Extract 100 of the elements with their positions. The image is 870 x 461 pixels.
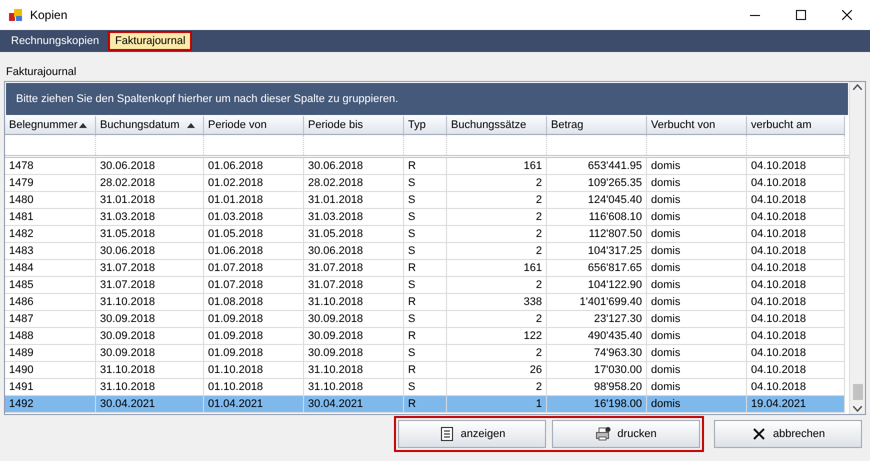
menu-tab[interactable]: Fakturajournal (108, 31, 192, 51)
table-cell: 31.10.2018 (304, 362, 404, 379)
table-cell: 01.09.2018 (204, 328, 304, 345)
table-cell: 2 (447, 209, 547, 226)
table-cell: 28.02.2018 (96, 175, 204, 192)
table-cell: 04.10.2018 (747, 192, 845, 209)
menu-tab[interactable]: Rechnungskopien (4, 31, 106, 51)
table-cell: R (404, 396, 447, 413)
table-cell: domis (647, 396, 747, 413)
table-cell: R (404, 158, 447, 175)
table-cell: domis (647, 294, 747, 311)
table-cell: 30.09.2018 (304, 345, 404, 362)
table-cell: 74'963.30 (547, 345, 647, 362)
column-header[interactable]: Periode von (204, 116, 304, 135)
table-cell: 338 (447, 294, 547, 311)
table-cell: R (404, 260, 447, 277)
scroll-thumb[interactable] (852, 384, 862, 400)
table-cell: 31.03.2018 (96, 209, 204, 226)
table-cell: 122 (447, 328, 547, 345)
column-header[interactable]: Typ (404, 116, 447, 135)
table-cell: 1482 (5, 226, 96, 243)
window-title: Kopien (30, 8, 68, 22)
scroll-up-icon[interactable] (853, 84, 862, 90)
table-cell: 04.10.2018 (747, 362, 845, 379)
table-cell: 30.04.2021 (96, 396, 204, 413)
table-cell: 2 (447, 243, 547, 260)
table-cell: S (404, 175, 447, 192)
table-cell: domis (647, 260, 747, 277)
table-cell: 1480 (5, 192, 96, 209)
table-cell: 30.09.2018 (96, 328, 204, 345)
table-cell: 2 (447, 311, 547, 328)
table-cell: 31.05.2018 (96, 226, 204, 243)
table-cell: 04.10.2018 (747, 294, 845, 311)
group-panel: Bitte ziehen Sie den Spaltenkopf hierher um nach dieser Spalte zu gruppieren. (6, 83, 848, 115)
table-cell: 01.07.2018 (204, 260, 304, 277)
table-cell: 124'045.40 (547, 192, 647, 209)
table-cell: 1488 (5, 328, 96, 345)
table-cell: 112'807.50 (547, 226, 647, 243)
table-cell: 30.09.2018 (96, 311, 204, 328)
table-cell: 1483 (5, 243, 96, 260)
column-header[interactable]: Buchungssätze (447, 116, 547, 135)
table-cell: domis (647, 226, 747, 243)
table-cell: 1490 (5, 362, 96, 379)
table-cell: 04.10.2018 (747, 243, 845, 260)
view-button[interactable]: anzeigen (398, 420, 546, 448)
table-cell: 1486 (5, 294, 96, 311)
table-cell: 04.10.2018 (747, 311, 845, 328)
column-header[interactable]: verbucht am (747, 116, 845, 135)
table-cell: 31.10.2018 (96, 362, 204, 379)
table-cell: 656'817.65 (547, 260, 647, 277)
table-cell: 31.07.2018 (96, 260, 204, 277)
table-cell: domis (647, 328, 747, 345)
app-icon (8, 7, 24, 23)
table-cell: 1484 (5, 260, 96, 277)
table-cell: 161 (447, 158, 547, 175)
close-icon (842, 10, 852, 20)
table-cell: 161 (447, 260, 547, 277)
table-cell: 1 (447, 396, 547, 413)
table-cell: 2 (447, 277, 547, 294)
table-cell: 04.10.2018 (747, 226, 845, 243)
table-cell: 01.09.2018 (204, 345, 304, 362)
column-header[interactable]: Betrag (547, 116, 647, 135)
table-cell: 04.10.2018 (747, 158, 845, 175)
table-cell: R (404, 328, 447, 345)
table-cell: domis (647, 192, 747, 209)
table-cell: 31.07.2018 (304, 260, 404, 277)
table-cell: 17'030.00 (547, 362, 647, 379)
cancel-button[interactable]: abbrechen (714, 420, 862, 448)
printer-icon (595, 426, 612, 442)
table-cell: 16'198.00 (547, 396, 647, 413)
table-cell: domis (647, 209, 747, 226)
table-cell: 1478 (5, 158, 96, 175)
table-cell: 2 (447, 226, 547, 243)
table-cell: 104'317.25 (547, 243, 647, 260)
table-cell: 31.05.2018 (304, 226, 404, 243)
table-cell: 653'441.95 (547, 158, 647, 175)
table-cell: 30.09.2018 (304, 328, 404, 345)
column-header[interactable]: Buchungsdatum (96, 116, 204, 135)
scroll-down-icon[interactable] (853, 406, 862, 412)
table-cell: 01.02.2018 (204, 175, 304, 192)
scrollbar[interactable] (849, 82, 865, 414)
table-cell: 104'122.90 (547, 277, 647, 294)
column-header[interactable]: Periode bis (304, 116, 404, 135)
table-cell: R (404, 294, 447, 311)
print-button[interactable]: drucken (552, 420, 700, 448)
table-cell: 30.06.2018 (304, 158, 404, 175)
table-cell: 1492 (5, 396, 96, 413)
table-cell: 04.10.2018 (747, 328, 845, 345)
table-cell: 31.10.2018 (96, 294, 204, 311)
table-cell: 31.10.2018 (304, 294, 404, 311)
table-cell: 23'127.30 (547, 311, 647, 328)
table-cell: 04.10.2018 (747, 260, 845, 277)
table-cell: domis (647, 362, 747, 379)
table-cell: 01.04.2021 (204, 396, 304, 413)
table-cell: 2 (447, 345, 547, 362)
table-cell: 31.07.2018 (304, 277, 404, 294)
column-header[interactable]: Verbucht von (647, 116, 747, 135)
column-header[interactable]: Belegnummer (5, 116, 96, 135)
table-cell: 01.09.2018 (204, 311, 304, 328)
table-cell: 30.09.2018 (304, 311, 404, 328)
